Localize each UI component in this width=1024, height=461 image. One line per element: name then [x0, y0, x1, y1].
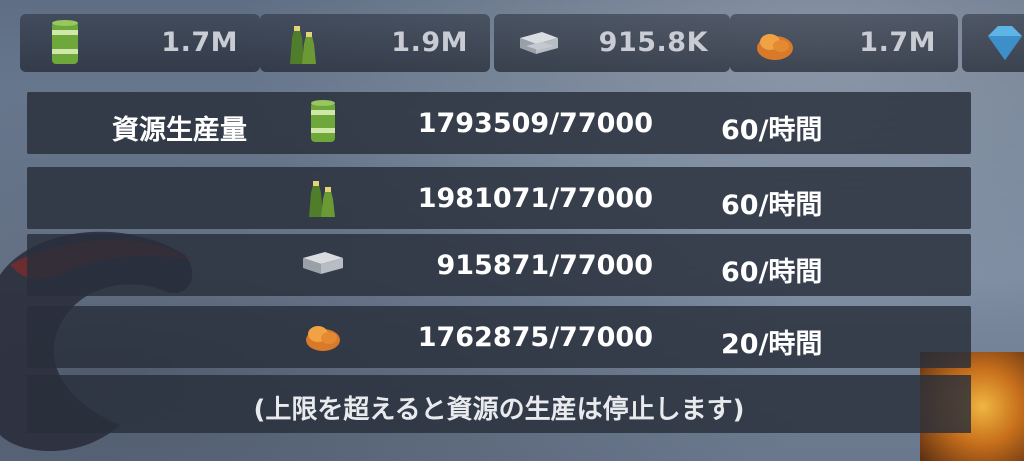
ore-icon	[306, 326, 340, 351]
production-row-oil: 資源生産量 1793509/77000 60/時間	[27, 92, 971, 154]
resource-slot-steel[interactable]: 915.8K	[494, 14, 730, 72]
production-row-ore: 1762875/77000 20/時間	[27, 306, 971, 368]
production-amount-bottles: 1981071/77000	[417, 183, 653, 214]
resource-value-steel: 915.8K	[598, 27, 708, 58]
resource-bar: 1.7M 1.9M 915.8K 1.7M	[0, 0, 1024, 90]
resource-slot-bottles[interactable]: 1.9M	[260, 14, 490, 72]
production-amount-oil: 1793509/77000	[417, 108, 653, 139]
resource-value-oil: 1.7M	[161, 27, 238, 58]
diamond-icon	[988, 26, 1022, 60]
oil-barrel-icon	[311, 100, 335, 142]
resource-slot-oil[interactable]: 1.7M	[20, 14, 260, 72]
steel-ingot-icon	[520, 32, 558, 54]
production-amount-steel: 915871/77000	[436, 250, 653, 281]
resource-value-ore: 1.7M	[859, 27, 936, 58]
production-note-row: (上限を超えると資源の生産は停止します)	[27, 375, 971, 433]
ore-icon	[757, 34, 793, 60]
resource-slot-ore[interactable]: 1.7M	[730, 14, 958, 72]
production-note: (上限を超えると資源の生産は停止します)	[253, 395, 745, 425]
resource-slot-diamond[interactable]	[962, 14, 1024, 72]
production-rate-bottles: 60/時間	[721, 190, 823, 221]
resource-value-bottles: 1.9M	[391, 27, 468, 58]
steel-ingot-icon	[303, 252, 343, 274]
production-amount-ore: 1762875/77000	[417, 322, 653, 353]
production-rate-ore: 20/時間	[721, 329, 823, 360]
bottles-icon	[309, 181, 335, 217]
bottles-icon	[290, 26, 316, 64]
production-rate-steel: 60/時間	[721, 257, 823, 288]
production-rate-oil: 60/時間	[721, 115, 823, 146]
oil-barrel-icon	[52, 20, 78, 64]
production-panel: 資源生産量 1793509/77000 60/時間 1981071/77000 …	[27, 92, 971, 433]
production-title: 資源生産量	[112, 115, 247, 146]
production-row-steel: 915871/77000 60/時間	[27, 234, 971, 296]
production-row-bottles: 1981071/77000 60/時間	[27, 167, 971, 229]
